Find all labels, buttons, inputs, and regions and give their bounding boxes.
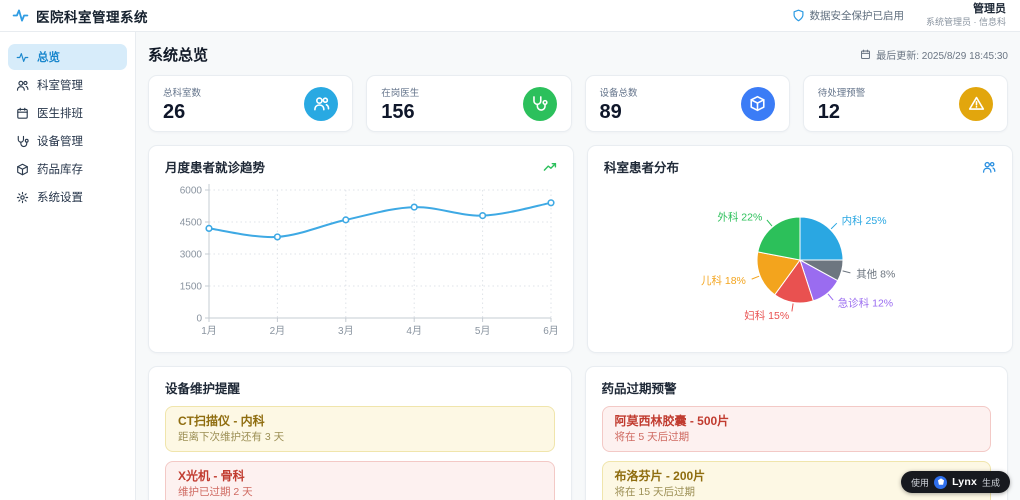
calendar-icon xyxy=(16,107,29,120)
svg-text:儿科 18%: 儿科 18% xyxy=(701,274,746,287)
svg-text:6000: 6000 xyxy=(180,186,203,197)
stat-card-2: 在岗医生 156 xyxy=(366,75,571,132)
sidebar-item-3[interactable]: 医生排班 xyxy=(8,100,127,126)
alert-detail: 将在 5 天后过期 xyxy=(615,430,979,445)
alert-item: 阿莫西林胶囊 - 500片将在 5 天后过期 xyxy=(602,406,992,452)
alert-name: X光机 - 骨科 xyxy=(178,468,542,485)
maintenance-title: 设备维护提醒 xyxy=(165,378,240,397)
page-title: 系统总览 xyxy=(148,44,208,65)
calendar-icon xyxy=(860,49,871,60)
gear-icon xyxy=(16,191,29,204)
badge-brand: Lynx xyxy=(952,476,977,488)
alert-item: CT扫描仪 - 内科距离下次维护还有 3 天 xyxy=(165,406,555,452)
sidebar-item-label: 医生排班 xyxy=(37,105,83,121)
sidebar-item-label: 设备管理 xyxy=(37,133,83,149)
svg-text:0: 0 xyxy=(196,314,202,325)
alert-detail: 距离下次维护还有 3 天 xyxy=(178,430,542,445)
users-icon xyxy=(304,87,338,121)
security-status-label: 数据安全保护已启用 xyxy=(810,8,905,23)
user-name: 管理员 xyxy=(926,3,1006,17)
app-brand: 医院科室管理系统 xyxy=(12,6,148,26)
stat-card-3: 设备总数 89 xyxy=(585,75,790,132)
badge-prefix: 使用 xyxy=(911,476,929,489)
top-header: 医院科室管理系统 数据安全保护已启用 管理员 系统管理员 · 信息科 xyxy=(0,0,1020,32)
main-content: 系统总览 最后更新: 2025/8/29 18:45:30 总科室数 26 在岗医生… xyxy=(136,32,1020,500)
sidebar-nav: 总览科室管理医生排班设备管理药品库存系统设置 xyxy=(0,32,136,500)
package-icon xyxy=(741,87,775,121)
stat-value: 12 xyxy=(818,102,866,122)
sidebar-item-4[interactable]: 设备管理 xyxy=(8,128,127,154)
stat-label: 设备总数 xyxy=(600,85,638,99)
line-chart-title: 月度患者就诊趋势 xyxy=(165,157,265,176)
pie-chart: 内科 25% 其他 8% 急诊科 12% 妇科 15% 儿科 18% 外科 22% xyxy=(604,176,996,344)
pie-chart-card: 科室患者分布 内科 25% 其他 8% 急诊科 12% 妇科 15% 儿科 18% 外科 … xyxy=(587,145,1013,353)
stethoscope-icon xyxy=(523,87,557,121)
lynx-logo-icon xyxy=(934,476,947,489)
sidebar-item-1[interactable]: 总览 xyxy=(8,44,127,70)
stat-label: 在岗医生 xyxy=(381,85,419,99)
stat-card-4: 待处理预警 12 xyxy=(803,75,1008,132)
app-title: 医院科室管理系统 xyxy=(36,6,148,26)
pulse-logo-icon xyxy=(12,7,29,24)
alert-name: 阿莫西林胶囊 - 500片 xyxy=(615,413,979,430)
alert-icon xyxy=(959,87,993,121)
line-chart: 0 1500 3000 4500 6000 1月 2月 3月 4月 5月 6月 xyxy=(165,176,557,344)
trend-up-icon xyxy=(543,160,557,174)
stat-label: 待处理预警 xyxy=(818,85,866,99)
stat-value: 89 xyxy=(600,102,638,122)
svg-text:急诊科 12%: 急诊科 12% xyxy=(838,297,893,310)
svg-text:内科 25%: 内科 25% xyxy=(842,214,887,227)
svg-text:5月: 5月 xyxy=(475,325,491,337)
svg-text:其他 8%: 其他 8% xyxy=(856,267,895,280)
svg-text:2月: 2月 xyxy=(270,325,286,337)
svg-text:1500: 1500 xyxy=(180,282,203,293)
svg-text:3月: 3月 xyxy=(338,325,354,337)
sidebar-item-label: 科室管理 xyxy=(37,77,83,93)
stethoscope-icon xyxy=(16,135,29,148)
sidebar-item-5[interactable]: 药品库存 xyxy=(8,156,127,182)
svg-text:4500: 4500 xyxy=(180,218,203,229)
lynx-generated-badge[interactable]: 使用 Lynx 生成 xyxy=(901,471,1010,493)
badge-suffix: 生成 xyxy=(982,476,1000,489)
maintenance-list: CT扫描仪 - 内科距离下次维护还有 3 天 X光机 - 骨科维护已过期 2 天 xyxy=(165,406,555,500)
alert-item: X光机 - 骨科维护已过期 2 天 xyxy=(165,461,555,500)
pulse-icon xyxy=(16,51,29,64)
shield-icon xyxy=(792,9,805,22)
sidebar-item-label: 总览 xyxy=(37,49,60,65)
stat-value: 156 xyxy=(381,102,419,122)
sidebar-item-6[interactable]: 系统设置 xyxy=(8,184,127,210)
security-status: 数据安全保护已启用 xyxy=(792,8,905,23)
stat-value: 26 xyxy=(163,102,201,122)
last-updated-text: 最后更新: 2025/8/29 18:45:30 xyxy=(876,47,1008,62)
sidebar-item-label: 药品库存 xyxy=(37,161,83,177)
svg-text:6月: 6月 xyxy=(543,325,557,337)
svg-text:妇科 15%: 妇科 15% xyxy=(744,309,789,322)
line-chart-card: 月度患者就诊趋势 0 1500 3000 4500 6000 1月 2月 3月 4月 5月 6月 xyxy=(148,145,574,353)
stat-card-1: 总科室数 26 xyxy=(148,75,353,132)
svg-text:4月: 4月 xyxy=(406,325,422,337)
svg-text:1月: 1月 xyxy=(201,325,217,337)
maintenance-alerts-card: 设备维护提醒 CT扫描仪 - 内科距离下次维护还有 3 天 X光机 - 骨科维护已… xyxy=(148,366,572,500)
sidebar-item-2[interactable]: 科室管理 xyxy=(8,72,127,98)
user-block[interactable]: 管理员 系统管理员 · 信息科 xyxy=(926,3,1006,28)
users-icon xyxy=(982,160,996,174)
medicine-title: 药品过期预警 xyxy=(602,378,677,397)
alert-detail: 维护已过期 2 天 xyxy=(178,485,542,500)
svg-text:3000: 3000 xyxy=(180,250,203,261)
stat-cards-row: 总科室数 26 在岗医生 156 设备总数 89 待处理预警 12 xyxy=(148,75,1008,132)
users-icon xyxy=(16,79,29,92)
alert-name: CT扫描仪 - 内科 xyxy=(178,413,542,430)
stat-label: 总科室数 xyxy=(163,85,201,99)
sidebar-item-label: 系统设置 xyxy=(37,189,83,205)
svg-text:外科 22%: 外科 22% xyxy=(717,210,762,223)
pie-chart-title: 科室患者分布 xyxy=(604,157,679,176)
package-icon xyxy=(16,163,29,176)
last-updated: 最后更新: 2025/8/29 18:45:30 xyxy=(860,47,1008,62)
user-role: 系统管理员 · 信息科 xyxy=(926,17,1006,28)
